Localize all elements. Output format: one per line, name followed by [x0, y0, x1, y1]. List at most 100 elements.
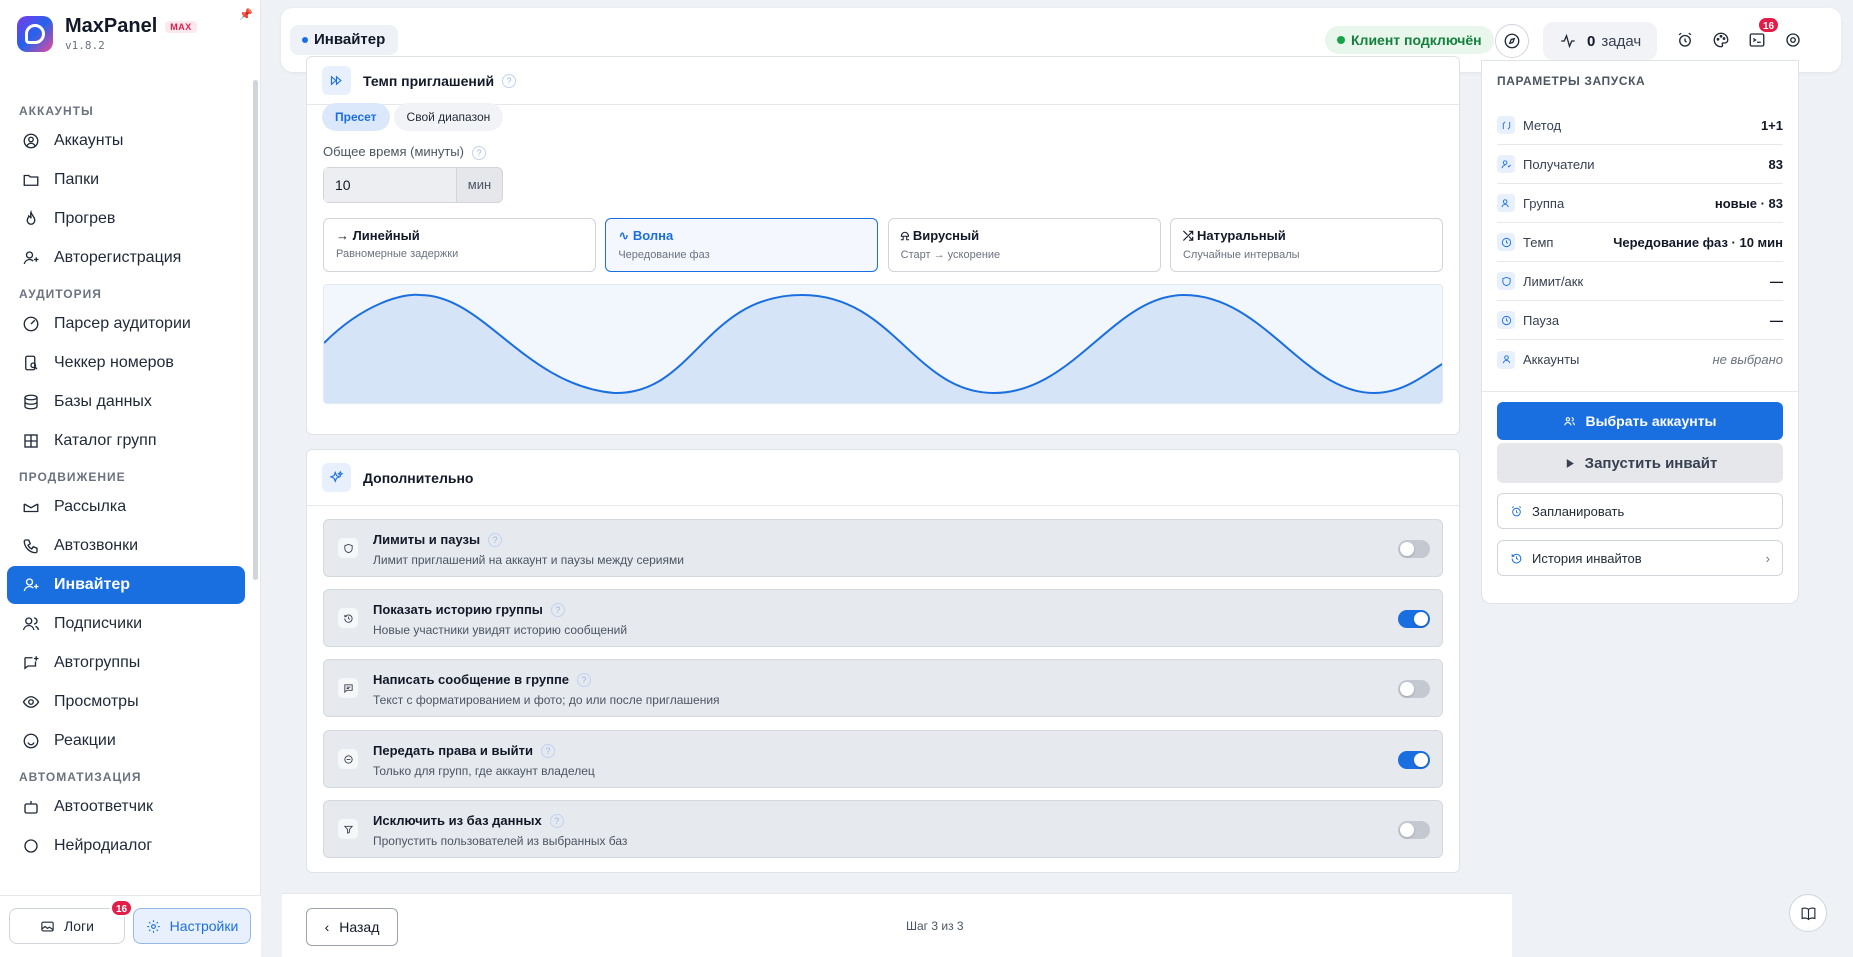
section-title-promo: ПРОДВИЖЕНИЕ: [19, 470, 126, 484]
option-exclude-db[interactable]: Исключить из баз данных? Пропустить поль…: [323, 800, 1443, 858]
sidebar-item-subscribers[interactable]: Подписчики: [7, 605, 245, 643]
start-invite-button[interactable]: Запустить инвайт: [1497, 443, 1783, 483]
help-icon[interactable]: ?: [471, 146, 486, 160]
terminal-count-badge: 16: [1757, 16, 1781, 34]
bot-icon: [24, 801, 38, 814]
sidebar-item-inviter[interactable]: Инвайтер: [7, 566, 245, 604]
docs-button[interactable]: [1789, 894, 1827, 932]
param-pause: Пауза —: [1497, 301, 1783, 340]
alarm-button[interactable]: [1675, 30, 1695, 50]
plan-badge: MAX: [165, 20, 197, 33]
sidebar-item-folders[interactable]: Папки: [7, 161, 245, 199]
user-plus-icon: [23, 251, 39, 265]
tempo-panel: Темп приглашений ? Пресет Свой диапазон …: [306, 56, 1460, 435]
toggle-history[interactable]: [1398, 610, 1430, 628]
terminal-button[interactable]: 16: [1747, 16, 1781, 50]
sidebar-scrollbar[interactable]: [253, 80, 258, 895]
sidebar-item-checker[interactable]: Чеккер номеров: [7, 344, 245, 382]
smile-icon: [23, 733, 39, 749]
help-icon[interactable]: ?: [488, 532, 503, 547]
mode-wave[interactable]: ∿ Волна Чередование фаз: [605, 218, 879, 272]
param-method: Метод 1+1: [1497, 106, 1783, 145]
invite-history-button[interactable]: История инвайтов ›: [1497, 540, 1783, 576]
history-icon: [338, 608, 358, 628]
tasks-button[interactable]: 0 задач: [1543, 22, 1658, 60]
sidebar-item-parser[interactable]: Парсер аудитории: [7, 305, 245, 343]
sidebar-item-databases[interactable]: Базы данных: [7, 383, 245, 421]
select-accounts-button[interactable]: Выбрать аккаунты: [1497, 402, 1783, 440]
total-time-value[interactable]: 10: [324, 168, 457, 202]
tab-custom-range[interactable]: Свой диапазон: [393, 103, 504, 131]
mode-linear[interactable]: → Линейный Равномерные задержки: [323, 218, 596, 272]
tab-preset[interactable]: Пресет: [322, 103, 390, 131]
chevron-right-icon: ›: [1765, 550, 1770, 566]
grid-icon: [24, 434, 38, 448]
palette-icon: [1713, 32, 1729, 48]
help-icon[interactable]: ?: [577, 672, 592, 687]
mode-natural[interactable]: ⤮ Натуральный Случайные интервалы: [1169, 218, 1443, 272]
toggle-transfer-rights[interactable]: [1398, 751, 1430, 769]
compass-button[interactable]: [1495, 24, 1529, 58]
option-transfer-desc: Только для групп, где аккаунт владелец: [373, 764, 595, 778]
mode-viral[interactable]: ⍾ Вирусный Старт → ускорение: [887, 218, 1161, 272]
gear-icon: [1786, 33, 1800, 47]
toggle-limits[interactable]: [1398, 540, 1430, 558]
sidebar-footer: Логи 16 Настройки: [0, 895, 261, 957]
folder-icon: [23, 174, 39, 186]
pin-icon[interactable]: 📌: [239, 8, 253, 21]
sidebar-item-views[interactable]: Просмотры: [7, 683, 245, 721]
sidebar-item-autoreg[interactable]: Авторегистрация: [7, 239, 245, 277]
shuffle-icon: ⤮: [1182, 228, 1194, 243]
sidebar: MaxPanel MAX v1.8.2 📌 АККАУНТЫ Аккаунты П…: [0, 0, 261, 957]
brand[interactable]: MaxPanel MAX v1.8.2: [17, 15, 197, 52]
tempo-header: Темп приглашений ?: [307, 57, 1459, 105]
breadcrumb[interactable]: Инвайтер: [290, 25, 399, 55]
users-icon: [1497, 155, 1515, 173]
help-icon[interactable]: ?: [540, 743, 555, 758]
clock-icon: [1497, 311, 1515, 329]
sidebar-item-mailing[interactable]: Рассылка: [7, 488, 245, 526]
option-message[interactable]: Написать сообщение в группе? Текст с фор…: [323, 659, 1443, 717]
option-history[interactable]: Показать историю группы? Новые участники…: [323, 589, 1443, 647]
user-circle-icon: [23, 133, 39, 149]
total-time-label: Общее время (минуты)?: [323, 144, 486, 160]
history-icon: [1511, 553, 1522, 563]
image-icon: [41, 921, 54, 931]
sidebar-item-neurodialog[interactable]: Нейродиалог: [7, 827, 245, 865]
compass-icon: [1504, 33, 1520, 49]
help-icon[interactable]: ?: [549, 813, 564, 828]
help-icon[interactable]: ?: [502, 73, 517, 88]
schedule-button[interactable]: Запланировать: [1497, 493, 1783, 529]
sidebar-item-reactions[interactable]: Реакции: [7, 722, 245, 760]
sidebar-item-warmup[interactable]: Прогрев: [7, 200, 245, 238]
bell-icon: ⍾: [900, 228, 910, 243]
extra-panel: Дополнительно Лимиты и паузы? Лимит приг…: [306, 449, 1460, 873]
back-button[interactable]: ‹ Назад: [306, 908, 398, 946]
extra-title: Дополнительно: [363, 469, 474, 486]
total-time-input[interactable]: 10 мин: [323, 167, 503, 203]
option-transfer-rights[interactable]: Передать права и выйти? Только для групп…: [323, 730, 1443, 788]
sidebar-item-catalog[interactable]: Каталог групп: [7, 422, 245, 460]
theme-button[interactable]: [1711, 30, 1731, 50]
param-tempo: Темп Чередование фаз · 10 мин: [1497, 223, 1783, 262]
method-icon: [1497, 116, 1515, 134]
sidebar-item-autogroups[interactable]: Автогруппы: [7, 644, 245, 682]
section-title-automation: АВТОМАТИЗАЦИЯ: [19, 770, 142, 784]
alarm-icon: [1678, 32, 1692, 47]
sidebar-item-autoreply[interactable]: Автоответчик: [7, 788, 245, 826]
settings-top-button[interactable]: [1783, 30, 1803, 50]
param-accounts: Аккаунты не выбрано: [1497, 340, 1783, 379]
toggle-message[interactable]: [1398, 680, 1430, 698]
tempo-modes: → Линейный Равномерные задержки ∿ Волна Че…: [323, 218, 1443, 272]
help-icon[interactable]: ?: [550, 602, 565, 617]
option-limits[interactable]: Лимиты и паузы? Лимит приглашений на акк…: [323, 519, 1443, 577]
logs-count-badge: 16: [110, 899, 134, 917]
logs-button[interactable]: Логи 16: [9, 899, 134, 944]
arrow-right-icon: →: [336, 228, 349, 243]
total-time-unit: мин: [467, 177, 492, 192]
settings-button[interactable]: Настройки: [133, 908, 251, 944]
sidebar-item-accounts[interactable]: Аккаунты: [7, 122, 245, 160]
sidebar-item-autocalls[interactable]: Автозвонки: [7, 527, 245, 565]
extra-header: Дополнительно: [307, 450, 1459, 506]
toggle-exclude-db[interactable]: [1398, 821, 1430, 839]
